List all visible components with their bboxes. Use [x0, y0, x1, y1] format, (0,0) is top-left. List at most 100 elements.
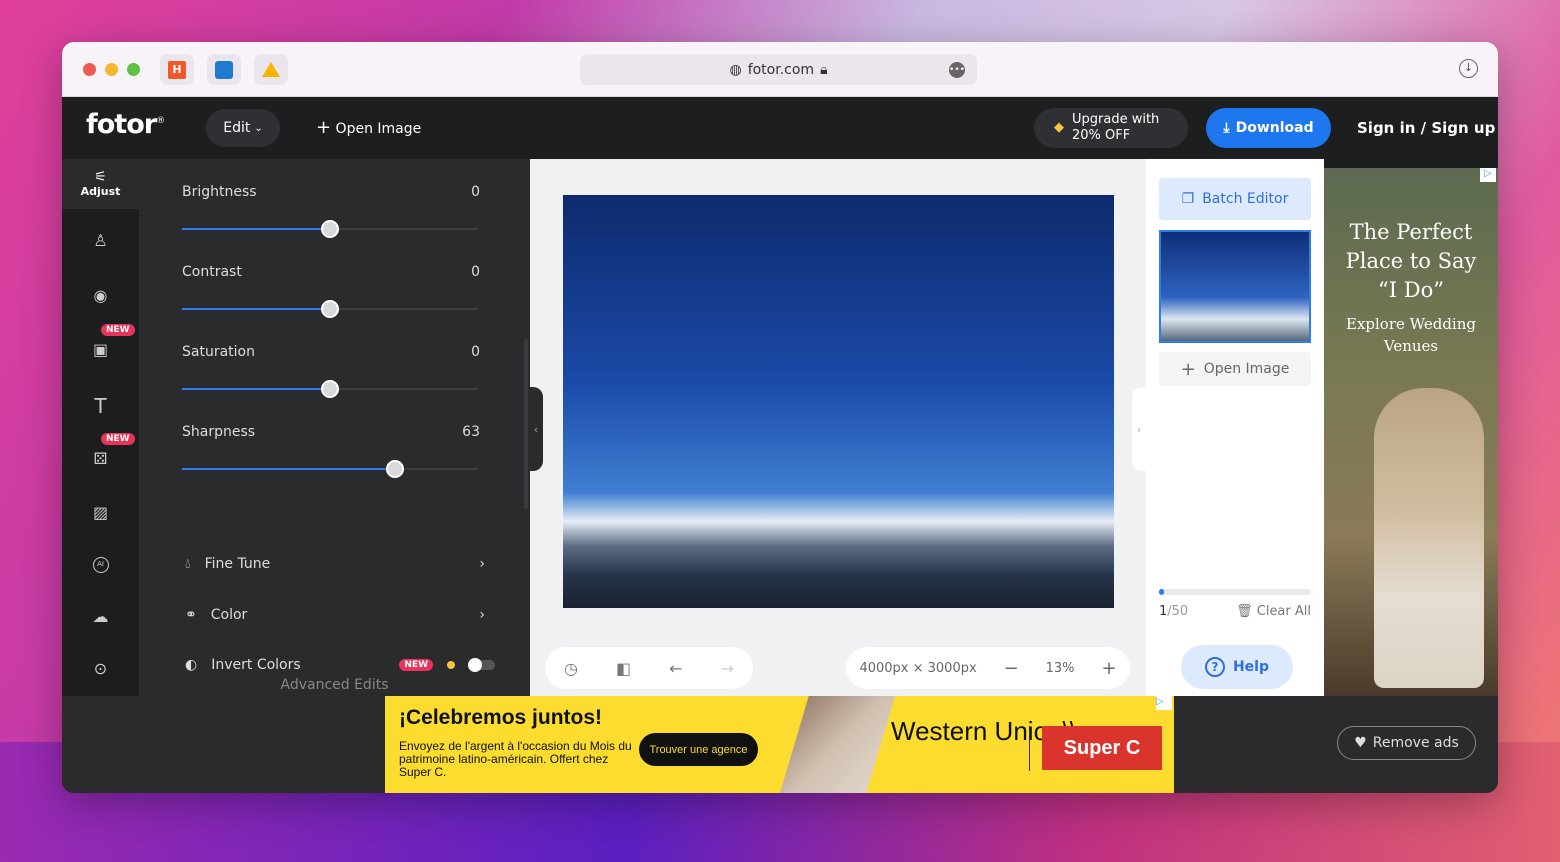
upgrade-button[interactable]: ◆ Upgrade with 20% OFF — [1034, 108, 1188, 148]
image-count: 1/50 — [1159, 604, 1189, 619]
slider-thumb[interactable] — [321, 220, 339, 238]
chevron-down-icon: ⌄ — [254, 122, 263, 134]
image-count-progress — [1159, 589, 1311, 595]
slider-value: 0 — [471, 184, 480, 200]
rail-frame[interactable]: ▣ — [62, 340, 139, 359]
remove-ads-button[interactable]: ♥ Remove ads — [1337, 726, 1476, 760]
text-icon: T — [94, 394, 107, 418]
invert-icon: ◐ — [185, 657, 198, 673]
downloads-icon[interactable]: ↓ — [1459, 59, 1478, 78]
download-icon: ⤓ — [1223, 120, 1230, 136]
panel-scrollbar[interactable] — [524, 339, 528, 509]
ad-couple-photo — [1374, 388, 1484, 688]
more-circle-icon: ⊙ — [93, 659, 108, 678]
rail-ai[interactable]: AI — [62, 557, 139, 573]
banner-headline: ¡Celebremos juntos! — [399, 706, 603, 729]
side-advertisement[interactable]: The Perfect Place to Say “I Do” Explore … — [1324, 168, 1498, 696]
contrast-slider[interactable] — [182, 300, 478, 318]
advanced-edits-link[interactable]: Advanced Edits — [139, 677, 530, 693]
slider-label: Brightness — [182, 184, 257, 200]
zoom-out-icon[interactable]: − — [1004, 658, 1019, 679]
lock-icon: 🔒︎ — [820, 61, 828, 78]
trash-icon: 🗑︎ — [1236, 604, 1253, 619]
super-c-logo: Super C — [1042, 726, 1162, 770]
rail-upload[interactable]: ☁ — [62, 607, 139, 626]
redo-icon[interactable]: → — [721, 659, 734, 678]
slider-label: Sharpness — [182, 424, 256, 440]
slider-thumb[interactable] — [321, 300, 339, 318]
sign-in-link[interactable]: Sign in / Sign up — [1357, 119, 1495, 137]
harvest-icon[interactable]: H — [160, 54, 194, 85]
history-toolbar: ◷ ◧ ← → — [545, 647, 753, 689]
chevron-right-icon: › — [479, 607, 485, 623]
droplet-icon: 💧︎ — [185, 556, 191, 572]
fotor-logo[interactable]: fotor® — [86, 109, 165, 140]
zoom-in-icon[interactable]: + — [1101, 658, 1116, 679]
invert-toggle[interactable] — [468, 658, 495, 672]
ad-title: The Perfect Place to Say “I Do” — [1345, 220, 1477, 302]
eye-icon: ◉ — [93, 286, 108, 305]
brightness-slider[interactable] — [182, 220, 478, 238]
rail-text[interactable]: T — [62, 394, 139, 418]
globe-icon: ◍ — [729, 61, 742, 78]
history-icon[interactable]: ◷ — [564, 659, 578, 678]
ai-icon: AI — [92, 557, 109, 573]
adchoices-icon[interactable]: ▷ — [1156, 696, 1172, 710]
rail-more[interactable]: ⊙ — [62, 659, 139, 678]
browser-window: H ◍ fotor.com 🔒︎ ••• ↓ fotor® Edit ⌄ + Open … — [62, 42, 1498, 793]
batch-panel: ❐ Batch Editor + Open Image 1/50 🗑︎ Clear … — [1146, 159, 1324, 696]
sharpness-slider[interactable] — [182, 460, 478, 478]
banner-body: Envoyez de l'argent à l'occasion du Mois… — [399, 739, 632, 779]
rail-elements[interactable]: ⚄ — [62, 449, 139, 468]
open-image-button[interactable]: + Open Image — [316, 117, 421, 138]
chevron-right-icon: › — [479, 556, 485, 572]
cloud-upload-icon: ☁ — [92, 607, 109, 626]
new-badge: NEW — [101, 324, 135, 336]
edit-menu-button[interactable]: Edit ⌄ — [206, 109, 280, 147]
slider-label: Contrast — [182, 264, 242, 280]
diamond-icon: ♥ — [1354, 735, 1367, 751]
rail-eye[interactable]: ◉ — [62, 286, 139, 305]
banner-cta-button[interactable]: Trouver une agence — [639, 733, 758, 766]
maximize-window-button[interactable] — [127, 63, 140, 76]
undo-icon[interactable]: ← — [669, 659, 682, 678]
slider-thumb[interactable] — [321, 380, 339, 398]
minimize-window-button[interactable] — [105, 63, 118, 76]
edited-photo[interactable] — [563, 195, 1114, 608]
ad-subtitle: Explore Wedding Venues — [1346, 315, 1476, 355]
question-icon: ? — [1204, 657, 1225, 677]
collapse-panel-button[interactable]: ‹ — [529, 387, 543, 471]
fine-tune-row[interactable]: 💧︎ Fine Tune › — [185, 556, 485, 572]
google-drive-icon[interactable] — [254, 54, 288, 85]
trello-icon[interactable] — [207, 54, 241, 85]
slider-value: 0 — [471, 344, 480, 360]
compare-icon[interactable]: ◧ — [616, 659, 631, 678]
close-window-button[interactable] — [83, 63, 96, 76]
slider-value: 63 — [462, 424, 480, 440]
clear-all-button[interactable]: 🗑︎ Clear All — [1236, 604, 1311, 619]
browser-titlebar: H ◍ fotor.com 🔒︎ ••• ↓ — [62, 42, 1498, 97]
adchoices-icon[interactable]: ▷ — [1480, 168, 1496, 182]
address-bar[interactable]: ◍ fotor.com 🔒︎ ••• — [580, 54, 977, 85]
image-layers-icon: ▨ — [92, 503, 109, 522]
color-row[interactable]: ⚭ Color › — [185, 607, 485, 623]
rail-collage[interactable]: ▨ — [62, 503, 139, 522]
plus-icon: + — [1180, 358, 1196, 380]
help-button[interactable]: ? Help — [1181, 645, 1293, 689]
diamond-icon: ◆ — [1054, 120, 1064, 135]
saturation-slider[interactable] — [182, 380, 478, 398]
more-icon[interactable]: ••• — [949, 61, 965, 78]
slider-label: Saturation — [182, 344, 255, 360]
image-dimensions: 4000px × 3000px — [859, 660, 977, 676]
rail-adjust[interactable]: ⚟ Adjust — [62, 159, 139, 209]
expand-right-panel-button[interactable]: › — [1132, 387, 1146, 471]
open-image-button[interactable]: + Open Image — [1159, 352, 1311, 386]
new-badge: NEW — [101, 433, 135, 445]
batch-editor-button[interactable]: ❐ Batch Editor — [1159, 178, 1311, 220]
banner-advertisement[interactable]: ¡Celebremos juntos! Envoyez de l'argent … — [385, 696, 1174, 793]
image-thumbnail[interactable] — [1159, 230, 1311, 343]
canvas-area: ‹ ◷ ◧ ← → 4000px × 3000px − 13% + › — [529, 159, 1146, 696]
rail-beauty[interactable]: ♙ — [62, 231, 139, 250]
slider-thumb[interactable] — [386, 460, 405, 478]
download-button[interactable]: ⤓ Download — [1206, 108, 1331, 148]
